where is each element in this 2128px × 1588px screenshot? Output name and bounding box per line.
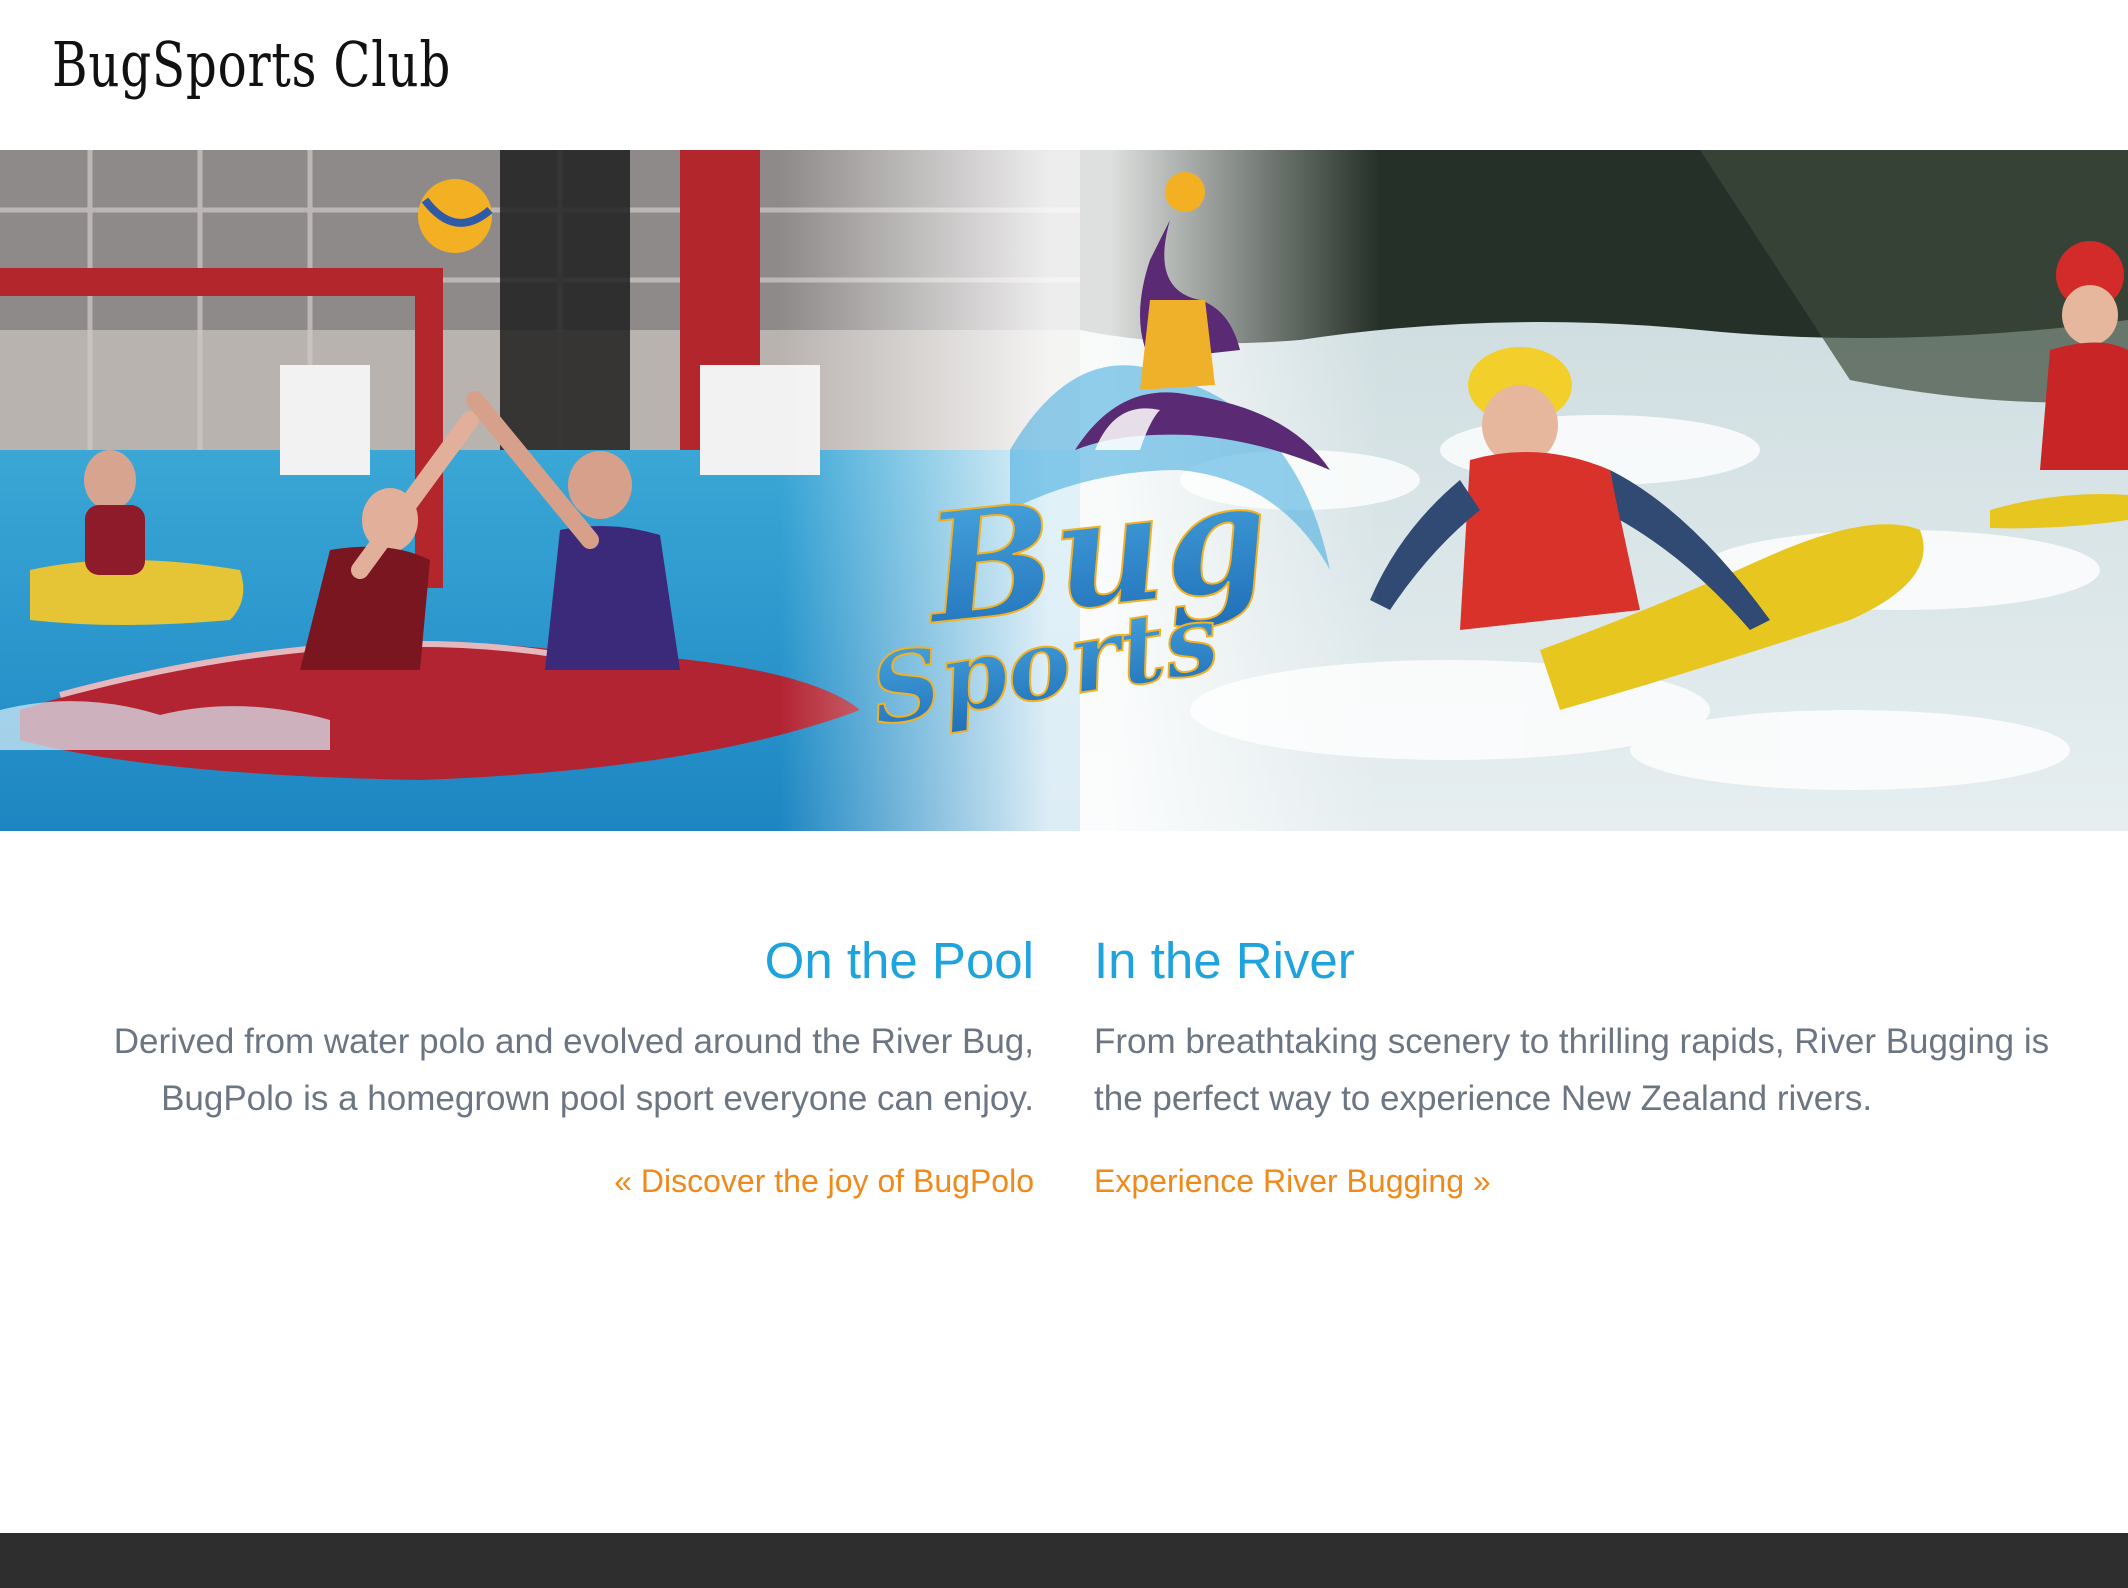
hero-image: Bug Sports <box>0 150 2128 831</box>
discover-bugpolo-link[interactable]: « Discover the joy of BugPolo <box>614 1163 1034 1199</box>
river-heading: In the River <box>1094 932 1355 989</box>
site-header: BugSports Club <box>0 0 2128 150</box>
hero-banner: Bug Sports <box>0 150 2128 831</box>
pool-description: Derived from water polo and evolved arou… <box>113 1022 1034 1119</box>
pool-column: On the Pool Derived from water polo and … <box>60 930 1034 1203</box>
river-column: In the River From breathtaking scenery t… <box>1094 930 2094 1203</box>
site-title-link[interactable]: BugSports Club <box>52 28 451 101</box>
experience-river-bugging-link[interactable]: Experience River Bugging » <box>1094 1163 1491 1199</box>
river-description: From breathtaking scenery to thrilling r… <box>1094 1022 2050 1119</box>
footer-bar <box>0 1533 2128 1588</box>
pool-heading: On the Pool <box>764 932 1034 989</box>
